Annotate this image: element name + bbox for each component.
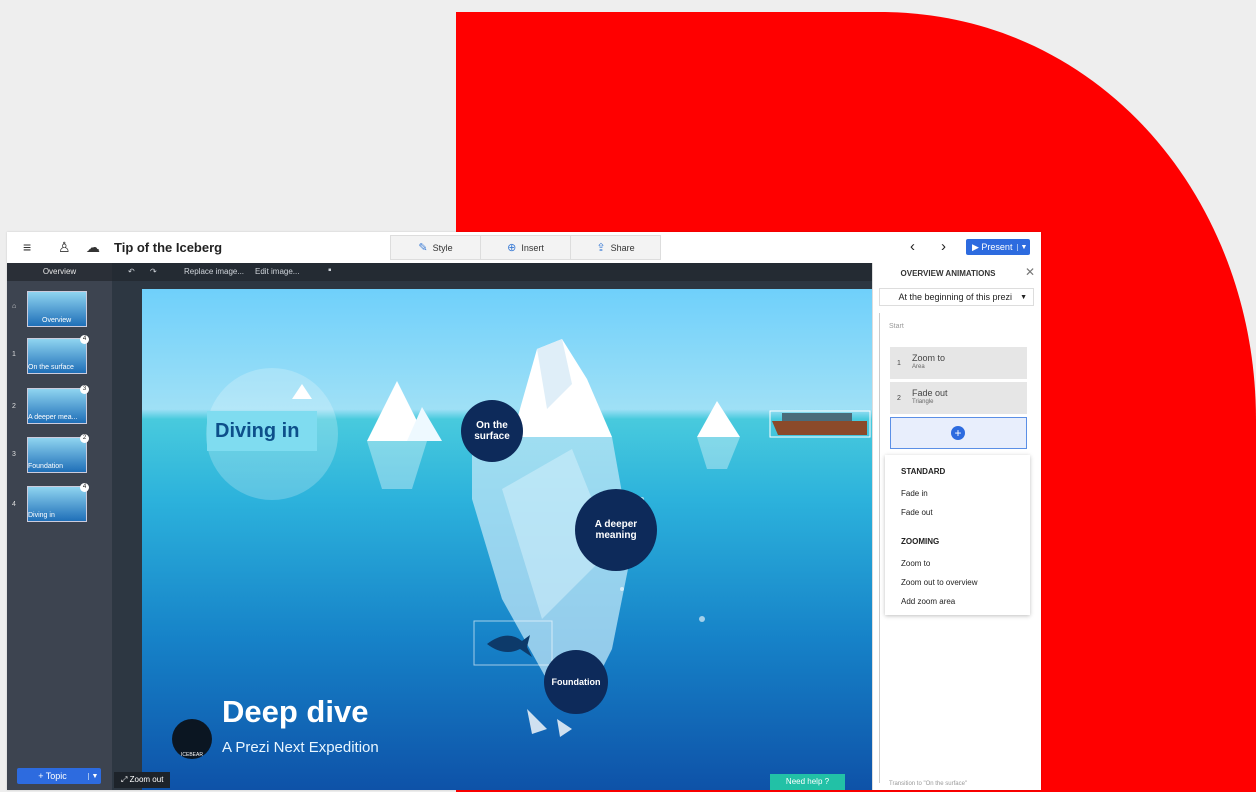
user-icon[interactable]: ♙ [58,239,71,255]
share-tab-label: Share [610,242,635,253]
animation-number: 2 [897,395,901,402]
document-title[interactable]: Tip of the Iceberg [114,240,222,255]
menu-item-zoom-to[interactable]: Zoom to [901,559,930,568]
close-icon[interactable]: ✕ [1025,265,1035,279]
animation-item-1[interactable]: 1 Zoom to Area [890,347,1027,379]
add-topic-button[interactable]: + Topic ▼ [17,768,101,784]
animation-item-2[interactable]: 2 Fade out Triangle [890,382,1027,414]
sidebar-header: Overview [7,263,112,281]
topic-thumbnail-2[interactable]: 3 A deeper mea... [27,385,89,424]
redo-icon[interactable]: ↷ [150,267,157,276]
zoom-out-icon: ⤢ [121,775,130,784]
present-label: Present [981,241,1013,252]
style-tab[interactable]: ✎ Style [391,236,481,259]
add-animation-slot[interactable]: + [890,417,1027,449]
present-button[interactable]: ▶ Present ▼ [966,239,1030,255]
topic-thumbnail-3[interactable]: 2 Foundation [27,434,89,473]
next-button[interactable]: › [941,238,946,255]
top-bar: ≡ ♙ ☁ Tip of the Iceberg ✎ Style ⊕ Insert … [7,232,1041,264]
menu-item-zoom-out-overview[interactable]: Zoom out to overview [901,578,977,587]
menu-item-fade-in[interactable]: Fade in [901,489,928,498]
insert-tab-label: Insert [521,242,544,253]
topic-thumbnail-4[interactable]: 4 Diving in [27,483,89,522]
slide-canvas[interactable]: Diving in On the surface A deeper meanin… [142,289,872,790]
topic-badge-1: 4 [80,335,89,344]
add-animation-icon[interactable]: + [951,426,965,440]
animations-panel: OVERVIEW ANIMATIONS ✕ At the beginning o… [872,263,1041,790]
undo-icon[interactable]: ↶ [128,267,135,276]
add-topic-label: + Topic [38,771,67,781]
chevron-down-icon: ▼ [1020,293,1027,301]
topic-badge-3: 2 [80,434,89,443]
canvas-area: ↶ ↷ Replace image... Edit image... ▪ Div… [112,263,872,790]
diving-in-label[interactable]: Diving in [207,411,317,451]
panel-title: OVERVIEW ANIMATIONS [900,269,996,278]
overview-thumbnail-label: Overview [42,317,72,324]
animation-target: Area [912,364,925,370]
animation-trigger-select[interactable]: At the beginning of this prezi ▼ [879,288,1034,306]
slide-subtitle[interactable]: A Prezi Next Expedition [222,739,379,756]
editor-tabs: ✎ Style ⊕ Insert ⇪ Share [390,235,661,260]
topic-number-1: 1 [12,351,16,358]
topic-label-1: On the surface [28,364,74,371]
timeline-start-label: Start [889,323,904,330]
insert-tab[interactable]: ⊕ Insert [481,236,571,259]
wand-icon: ✎ [418,242,428,254]
need-help-button[interactable]: Need help ? [770,774,845,790]
animation-name: Zoom to [912,353,946,363]
topic-number-3: 3 [12,451,16,458]
menu-item-fade-out[interactable]: Fade out [901,508,933,517]
sidebar: Overview ⌂ Overview 1 4 On the surface 2… [7,263,112,790]
play-icon: ▶ [972,241,982,252]
edit-image-button[interactable]: Edit image... [255,267,299,276]
overview-thumbnail[interactable]: Overview [27,291,87,327]
zoom-out-button[interactable]: ⤢ Zoom out [114,772,171,788]
topic-label-4: Diving in [28,512,55,519]
need-help-label: Need help [785,777,823,786]
trigger-select-value: At the beginning of this prezi [898,292,1013,302]
animation-name: Fade out [912,388,948,398]
icebear-logo: ICEBEAR [172,719,212,759]
topic-circle-on-the-surface[interactable]: On the surface [461,400,523,462]
help-icon: ? [822,777,830,786]
menu-heading-standard: STANDARD [901,467,946,476]
style-tab-label: Style [432,242,453,253]
timeline-line [879,313,880,783]
slide-title[interactable]: Deep dive [222,694,368,730]
topic-number-2: 2 [12,403,16,410]
animation-number: 1 [897,360,901,367]
plus-circle-icon: ⊕ [507,242,517,254]
animation-type-menu: STANDARD Fade in Fade out ZOOMING Zoom t… [885,455,1030,615]
add-topic-dropdown-icon[interactable]: ▼ [88,772,101,780]
upload-icon: ⇪ [596,242,606,254]
hamburger-icon[interactable]: ≡ [23,239,31,255]
topic-badge-2: 3 [80,385,89,394]
topic-circle-deeper-meaning[interactable]: A deeper meaning [575,489,657,571]
zoom-out-label: Zoom out [129,775,164,784]
topic-badge-4: 4 [80,483,89,492]
animation-target: Triangle [912,399,934,405]
topic-thumbnail-1[interactable]: 4 On the surface [27,335,89,374]
menu-heading-zooming: ZOOMING [901,537,940,546]
topic-label-2: A deeper mea... [28,414,78,421]
topic-label-3: Foundation [28,463,64,470]
previous-button[interactable]: ‹ [910,238,915,255]
transition-label: Transition to "On the surface" [889,781,968,787]
share-tab[interactable]: ⇪ Share [571,236,660,259]
cloud-icon[interactable]: ☁ [86,239,100,255]
topic-number-4: 4 [12,501,16,508]
replace-image-button[interactable]: Replace image... [184,267,244,276]
comment-icon[interactable]: ▪ [328,265,332,276]
present-dropdown-icon[interactable]: ▼ [1017,243,1030,251]
canvas-toolbar: ↶ ↷ Replace image... Edit image... ▪ [112,263,872,281]
menu-item-add-zoom-area[interactable]: Add zoom area [901,597,955,606]
home-icon[interactable]: ⌂ [12,303,16,310]
prezi-editor-window: ≡ ♙ ☁ Tip of the Iceberg ✎ Style ⊕ Insert … [7,232,1041,790]
topic-circle-foundation[interactable]: Foundation [544,650,608,714]
